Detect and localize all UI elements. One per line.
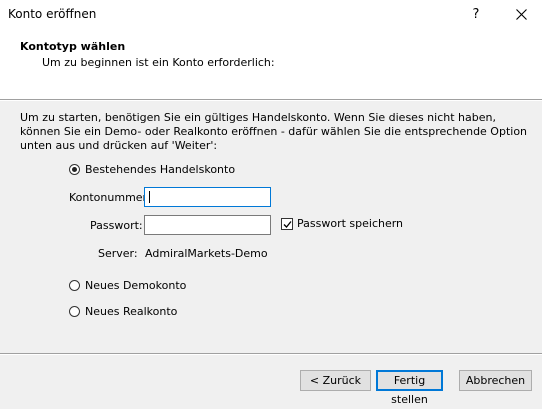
radio-real-account[interactable]: Neues Realkonto — [69, 303, 177, 319]
title-bar: Konto eröffnen ? — [0, 0, 542, 30]
header-separator-highlight — [0, 100, 542, 101]
intro-text: Um zu starten, benötigen Sie ein gültige… — [20, 111, 528, 152]
radio-demo-label: Neues Demokonto — [85, 278, 187, 292]
footer-separator-highlight — [0, 354, 542, 355]
wizard-header: Kontotyp wählen Um zu beginnen ist ein K… — [0, 30, 542, 99]
back-button[interactable]: < Zurück — [300, 370, 371, 391]
window-title: Konto eröffnen — [8, 7, 97, 21]
radio-existing-indicator[interactable] — [69, 163, 80, 175]
server-value: AdmiralMarkets-Demo — [145, 247, 268, 260]
save-password-checkbox[interactable]: Passwort speichern — [281, 217, 403, 230]
save-password-label: Passwort speichern — [297, 217, 404, 230]
account-number-input[interactable] — [144, 187, 271, 207]
save-password-box[interactable] — [281, 217, 293, 230]
text-caret — [149, 191, 150, 203]
password-input[interactable] — [144, 215, 271, 235]
header-title: Kontotyp wählen — [20, 40, 126, 53]
help-button[interactable]: ? — [460, 0, 492, 30]
radio-demo-indicator[interactable] — [69, 279, 80, 291]
radio-existing-account[interactable]: Bestehendes Handelskonto — [69, 161, 235, 177]
header-subtitle: Um zu beginnen ist ein Konto erforderlic… — [42, 56, 275, 69]
finish-button[interactable]: Fertig stellen — [376, 370, 443, 406]
radio-demo-account[interactable]: Neues Demokonto — [69, 277, 186, 293]
password-label: Passwort: — [90, 219, 143, 232]
radio-real-indicator[interactable] — [69, 305, 80, 317]
checkmark-icon — [283, 220, 292, 228]
close-button[interactable] — [504, 0, 538, 30]
account-number-label: Kontonummer: — [69, 191, 151, 204]
close-icon — [516, 9, 527, 20]
server-label: Server: — [98, 247, 138, 260]
radio-existing-label: Bestehendes Handelskonto — [85, 162, 236, 176]
radio-real-label: Neues Realkonto — [85, 304, 178, 318]
cancel-button[interactable]: Abbrechen — [459, 370, 532, 391]
